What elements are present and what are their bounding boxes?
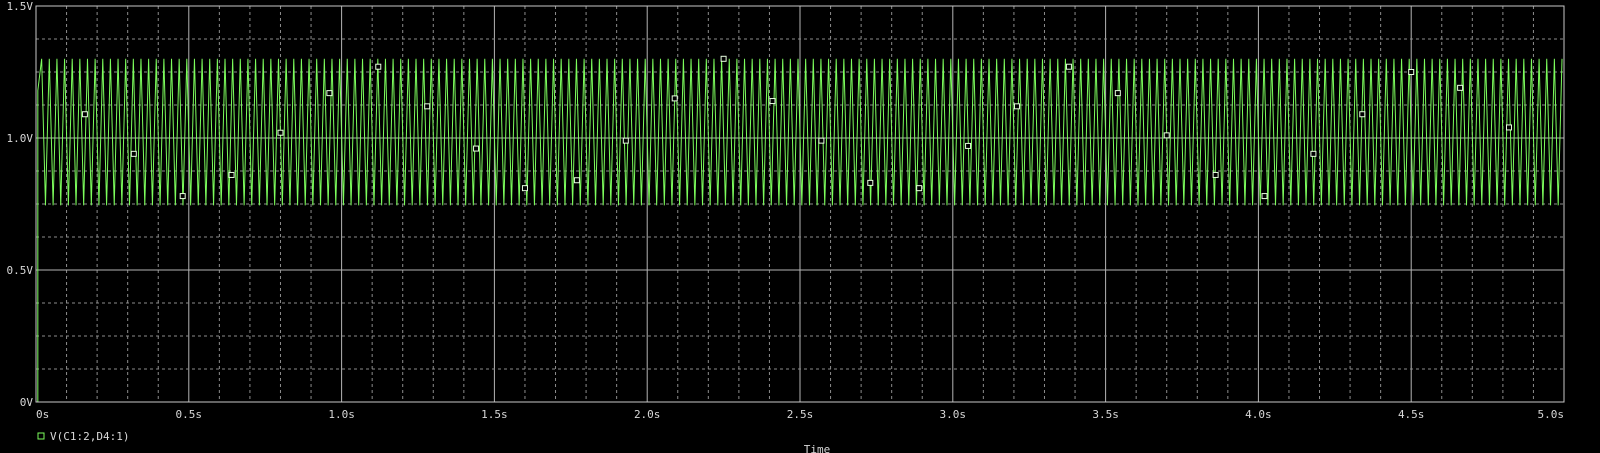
series-marker: [1261, 193, 1268, 200]
y-axis-ticks: 0V 0.5V 1.0V 1.5V: [7, 0, 34, 409]
transient-plot: 0s 0.5s 1.0s 1.5s 2.0s 2.5s 3.0s 3.5s 4.0s 4.5s 5.…: [7, 0, 1565, 453]
x-tick-label: 1.5s: [481, 408, 508, 421]
series-marker: [818, 137, 825, 144]
x-tick-label: 4.0s: [1245, 408, 1272, 421]
series-marker: [1505, 124, 1512, 131]
series-marker: [769, 98, 776, 105]
x-tick-label: 1.0s: [328, 408, 355, 421]
x-tick-label: 5.0s: [1538, 408, 1565, 421]
y-tick-label: 1.5V: [7, 0, 34, 13]
series-marker: [1359, 111, 1366, 118]
x-axis-title: Time: [804, 443, 831, 453]
y-tick-label: 0.5V: [7, 264, 34, 277]
series-marker: [1163, 132, 1170, 139]
series-marker: [965, 142, 972, 149]
series-marker: [1408, 69, 1415, 75]
series-trace: [36, 58, 1563, 403]
series-marker: [867, 179, 874, 186]
series-marker: [473, 145, 480, 152]
legend-label: V(C1:2,D4:1): [50, 430, 129, 443]
x-tick-label: 0s: [36, 408, 49, 421]
series-marker: [1457, 84, 1464, 91]
x-axis-ticks: 0s 0.5s 1.0s 1.5s 2.0s 2.5s 3.0s 3.5s 4.0s 4.5s 5.…: [36, 408, 1564, 421]
series-marker: [228, 171, 235, 178]
x-tick-label: 2.5s: [787, 408, 814, 421]
series-line: [36, 58, 1563, 403]
series-marker: [1114, 90, 1121, 97]
grid: [36, 6, 1564, 402]
series-marker: [671, 95, 678, 102]
x-tick-label: 0.5s: [176, 408, 203, 421]
series-marker: [573, 177, 580, 184]
series-marker: [375, 63, 382, 70]
series-marker: [521, 185, 528, 192]
legend-swatch-icon: [37, 432, 45, 440]
x-tick-label: 2.0s: [634, 408, 661, 421]
legend[interactable]: V(C1:2,D4:1): [37, 430, 129, 443]
series-marker: [720, 55, 727, 62]
series-marker: [424, 103, 431, 110]
x-tick-label: 3.5s: [1092, 408, 1119, 421]
series-marker: [1310, 150, 1317, 157]
series-marker: [1013, 103, 1020, 110]
series-marker: [1212, 171, 1219, 178]
series-marker: [326, 90, 333, 97]
series-marker: [277, 129, 284, 136]
series-marker: [916, 185, 923, 192]
x-tick-label: 4.5s: [1398, 408, 1425, 421]
series-marker: [1065, 63, 1072, 70]
y-tick-label: 0V: [20, 396, 34, 409]
series-marker: [81, 111, 88, 118]
series-marker: [130, 150, 137, 157]
y-tick-label: 1.0V: [7, 132, 34, 145]
series-marker: [622, 137, 629, 144]
series-marker: [179, 193, 186, 200]
x-tick-label: 3.0s: [940, 408, 967, 421]
